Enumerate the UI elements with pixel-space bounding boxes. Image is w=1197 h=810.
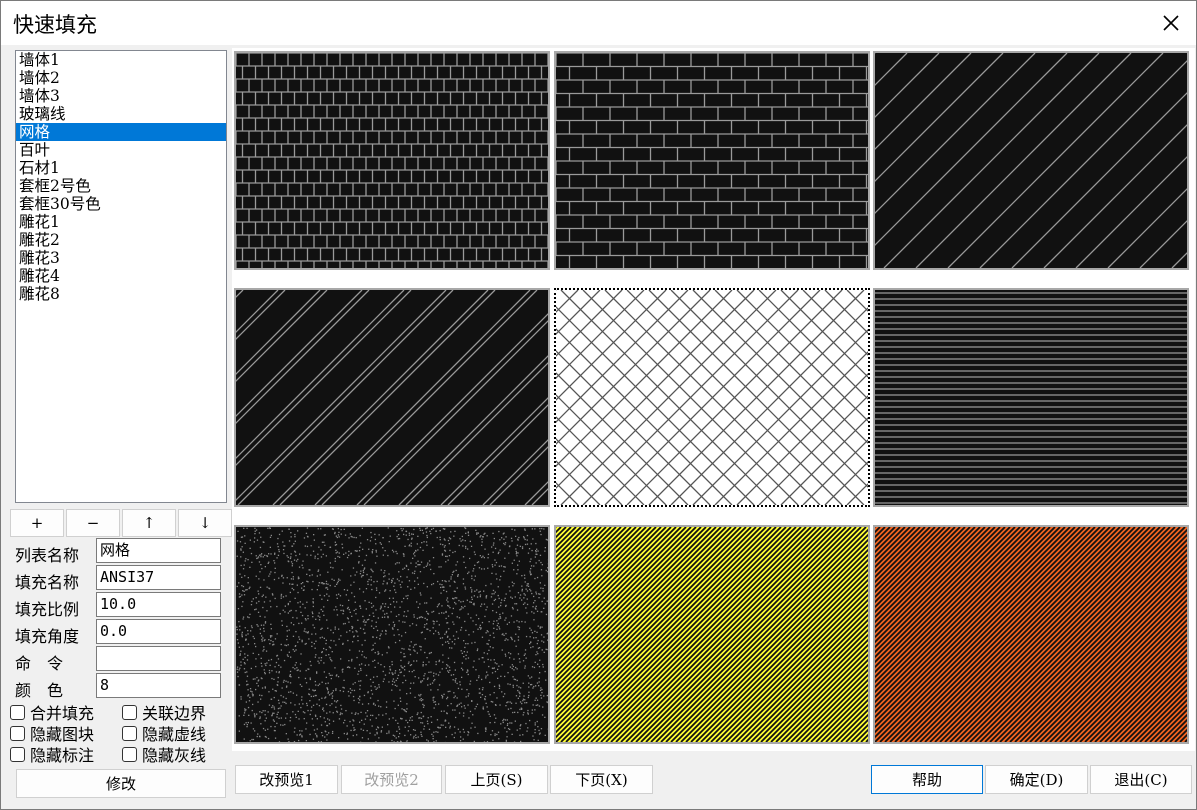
title-bar: 快速填充: [1, 1, 1196, 45]
hatch-pattern-preview: [236, 53, 548, 268]
close-icon: [1163, 15, 1179, 31]
color-label: 颜 色: [15, 681, 64, 700]
checkbox-box: [122, 746, 137, 762]
window-title: 快速填充: [13, 13, 97, 37]
help-button[interactable]: 帮助: [871, 765, 983, 794]
fill-angle-field[interactable]: 0.0: [96, 619, 221, 644]
list-item[interactable]: 墙体3: [16, 87, 226, 105]
hatch-pattern-preview: [556, 527, 868, 742]
change-preview2-button[interactable]: 改预览2: [341, 765, 442, 794]
checkbox-box: [122, 704, 137, 720]
list-item[interactable]: 石材1: [16, 159, 226, 177]
preview-tile[interactable]: [554, 51, 870, 270]
fill-angle-label: 填充角度: [15, 627, 80, 646]
fill-list[interactable]: 墙体1 墙体2 墙体3 玻璃线 网格 百叶 石材1 套框2号色 套框30号色 雕花1 雕花2 雕花3 雕…: [15, 50, 227, 503]
list-name-field[interactable]: 网格: [96, 538, 221, 563]
hatch-pattern-preview: [875, 527, 1187, 742]
list-item[interactable]: 雕花1: [16, 213, 226, 231]
next-page-button[interactable]: 下页(X): [550, 765, 653, 794]
move-down-button[interactable]: ↓: [178, 509, 232, 537]
move-up-button[interactable]: ↑: [122, 509, 176, 537]
list-item[interactable]: 套框30号色: [16, 195, 226, 213]
preview-tile[interactable]: [554, 288, 870, 507]
fill-name-field[interactable]: ANSI37: [96, 565, 221, 590]
preview-grid: [232, 48, 1195, 751]
hatch-pattern-preview: [236, 290, 548, 505]
hatch-pattern-preview: [875, 290, 1187, 505]
list-item[interactable]: 雕花3: [16, 249, 226, 267]
quick-fill-dialog: 快速填充 墙体1 墙体2 墙体3 玻璃线 网格 百叶 石材1 套框2号色 套框30号色 雕花1 雕花…: [0, 0, 1197, 810]
list-name-label: 列表名称: [15, 546, 80, 565]
hatch-pattern-preview: [556, 290, 868, 505]
add-button[interactable]: +: [10, 509, 64, 537]
list-item[interactable]: 玻璃线: [16, 105, 226, 123]
color-field[interactable]: 8: [96, 673, 221, 698]
hatch-pattern-preview: [875, 53, 1187, 268]
preview-tile[interactable]: [234, 288, 550, 507]
exit-button[interactable]: 退出(C): [1090, 765, 1192, 794]
preview-tile[interactable]: [554, 525, 870, 744]
hatch-pattern-preview: [236, 527, 548, 742]
ok-button[interactable]: 确定(D): [985, 765, 1088, 794]
checkbox-label: 隐藏灰线: [142, 746, 207, 765]
change-preview1-button[interactable]: 改预览1: [235, 765, 338, 794]
command-label: 命 令: [15, 654, 64, 673]
list-item[interactable]: 雕花4: [16, 267, 226, 285]
modify-button[interactable]: 修改: [16, 769, 226, 798]
checkbox-box: [122, 725, 137, 741]
hide-gray-checkbox[interactable]: 隐藏灰线: [122, 742, 206, 766]
list-item[interactable]: 百叶: [16, 141, 226, 159]
checkbox-box: [10, 725, 25, 741]
list-item[interactable]: 雕花8: [16, 285, 226, 303]
checkbox-box: [10, 746, 25, 762]
list-item[interactable]: 网格: [16, 123, 226, 141]
list-item[interactable]: 雕花2: [16, 231, 226, 249]
preview-tile[interactable]: [234, 51, 550, 270]
preview-tile[interactable]: [873, 51, 1189, 270]
preview-tile[interactable]: [873, 525, 1189, 744]
fill-scale-field[interactable]: 10.0: [96, 592, 221, 617]
fill-name-label: 填充名称: [15, 573, 80, 592]
hatch-pattern-preview: [556, 53, 868, 268]
list-item[interactable]: 墙体2: [16, 69, 226, 87]
checkbox-box: [10, 704, 25, 720]
prev-page-button[interactable]: 上页(S): [445, 765, 548, 794]
checkbox-label: 隐藏标注: [30, 746, 95, 765]
list-item[interactable]: 套框2号色: [16, 177, 226, 195]
preview-tile[interactable]: [234, 525, 550, 744]
hide-dims-checkbox[interactable]: 隐藏标注: [10, 742, 94, 766]
list-item[interactable]: 墙体1: [16, 51, 226, 69]
fill-scale-label: 填充比例: [15, 600, 80, 619]
command-field[interactable]: [96, 646, 221, 671]
remove-button[interactable]: −: [66, 509, 120, 537]
preview-tile[interactable]: [873, 288, 1189, 507]
close-button[interactable]: [1149, 3, 1193, 43]
